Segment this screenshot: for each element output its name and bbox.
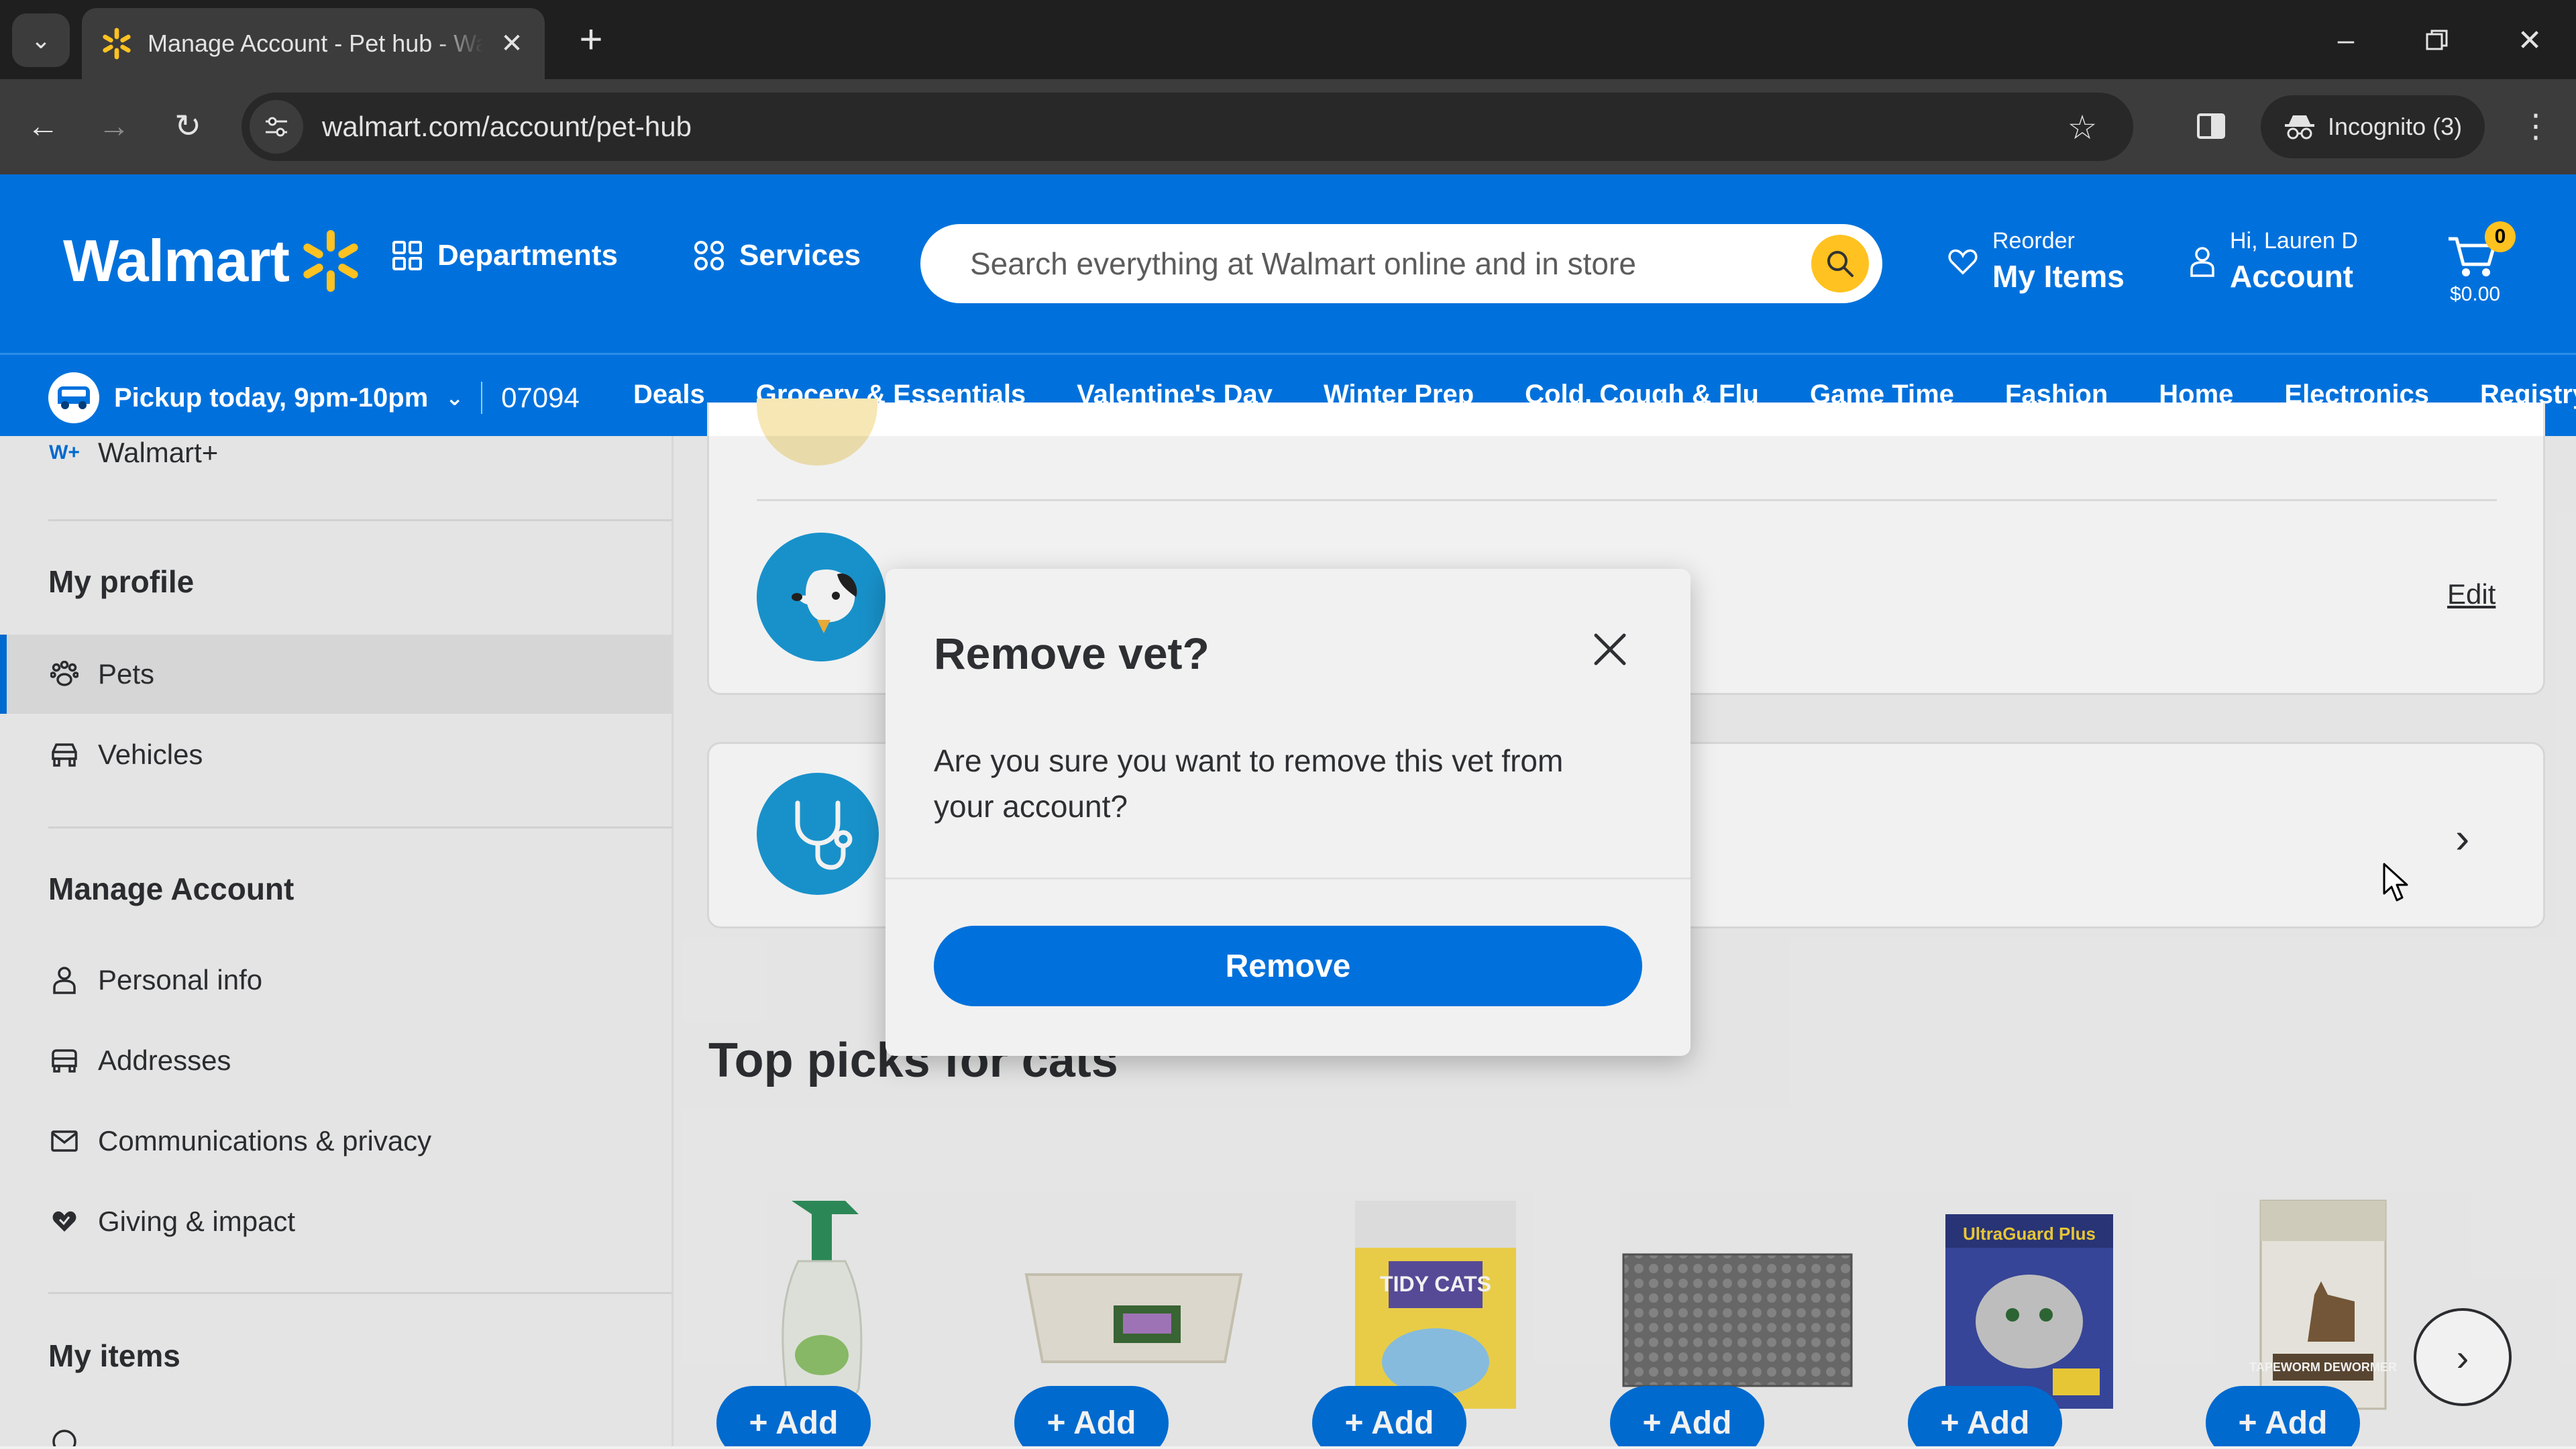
divider — [481, 382, 483, 414]
url-text: walmart.com/account/pet-hub — [322, 111, 692, 142]
remove-vet-dialog: Remove vet? Are you sure you want to rem… — [885, 569, 1690, 1056]
browser-tab-active[interactable]: Manage Account - Pet hub - Walmart.com ✕ — [82, 8, 545, 79]
logo-text: Walmart — [63, 227, 290, 294]
cart-count-badge: 0 — [2485, 221, 2516, 252]
my-items-label: My Items — [1992, 259, 2125, 294]
grid-icon — [392, 240, 423, 271]
greeting-label: Hi, Lauren D — [2230, 228, 2358, 254]
nav-link-deals[interactable]: Deals — [633, 380, 705, 410]
restore-icon[interactable] — [2407, 13, 2467, 67]
departments-button[interactable]: Departments — [392, 239, 618, 272]
services-label: Services — [739, 239, 861, 272]
services-button[interactable]: Services — [694, 239, 861, 272]
account-label: Account — [2230, 259, 2353, 294]
forward-arrow-icon[interactable]: → — [87, 99, 141, 153]
site-header: Walmart Departments Services Search ever… — [0, 174, 2576, 353]
dialog-message: Are you sure you want to remove this vet… — [934, 743, 1564, 824]
search-bar — [920, 224, 1882, 303]
chevron-down-icon: ⌄ — [445, 386, 464, 410]
account-link[interactable]: Hi, Lauren D Account — [2190, 228, 2358, 294]
close-icon[interactable] — [1583, 623, 1637, 676]
pickup-label: Pickup today, 9pm-10pm — [114, 382, 429, 413]
cart-button[interactable]: 0 $0.00 — [2445, 221, 2525, 309]
chevron-down-icon: ⌄ — [30, 26, 52, 54]
zip-code: 07094 — [501, 382, 580, 413]
browser-menu-icon[interactable]: ⋮ — [2509, 99, 2563, 153]
app-root: ⌄ Manage Account - Pet hub - Walmart.com… — [0, 0, 2576, 1449]
search-icon — [1827, 251, 1854, 277]
tab-search-button[interactable]: ⌄ — [12, 13, 70, 67]
services-icon — [694, 240, 724, 271]
minimize-icon[interactable]: – — [2316, 13, 2376, 67]
walmart-spark-favicon-icon — [98, 25, 136, 62]
tab-close-icon[interactable]: ✕ — [495, 28, 529, 59]
site-info-icon[interactable] — [250, 100, 303, 154]
new-tab-button[interactable]: + — [568, 16, 614, 63]
mouse-cursor-icon — [2383, 863, 2410, 906]
browser-tab-strip: ⌄ Manage Account - Pet hub - Walmart.com… — [0, 0, 2576, 79]
incognito-icon — [2284, 113, 2316, 140]
walmart-spark-icon — [303, 230, 358, 292]
search-input[interactable] — [970, 246, 1788, 282]
pickup-selector[interactable]: Pickup today, 9pm-10pm ⌄ 07094 — [48, 372, 580, 423]
cart-total: $0.00 — [2450, 283, 2501, 305]
dialog-title: Remove vet? — [934, 629, 1210, 678]
departments-label: Departments — [437, 239, 618, 272]
browser-toolbar: ← → ↻ walmart.com/account/pet-hub ☆ Inco… — [0, 79, 2576, 174]
user-icon — [2190, 246, 2215, 277]
reload-icon[interactable]: ↻ — [161, 99, 215, 153]
bookmark-star-icon[interactable]: ☆ — [2055, 101, 2109, 154]
walmart-logo[interactable]: Walmart — [63, 227, 363, 295]
divider — [885, 877, 1690, 879]
incognito-badge[interactable]: Incognito (3) — [2261, 95, 2485, 158]
address-bar[interactable]: walmart.com/account/pet-hub ☆ — [241, 93, 2133, 161]
incognito-label: Incognito (3) — [2328, 113, 2463, 140]
heart-icon — [1948, 248, 1978, 275]
search-button[interactable] — [1811, 235, 1869, 292]
delivery-van-icon — [48, 372, 99, 423]
tab-title: Manage Account - Pet hub - Walmart.com — [148, 30, 483, 57]
close-window-icon[interactable]: ✕ — [2500, 13, 2560, 67]
remove-button[interactable]: Remove — [934, 926, 1642, 1006]
back-arrow-icon[interactable]: ← — [16, 99, 70, 153]
reorder-label: Reorder — [1992, 228, 2075, 254]
reorder-my-items-link[interactable]: Reorder My Items — [1948, 228, 2125, 294]
side-panel-icon[interactable] — [2184, 99, 2238, 153]
